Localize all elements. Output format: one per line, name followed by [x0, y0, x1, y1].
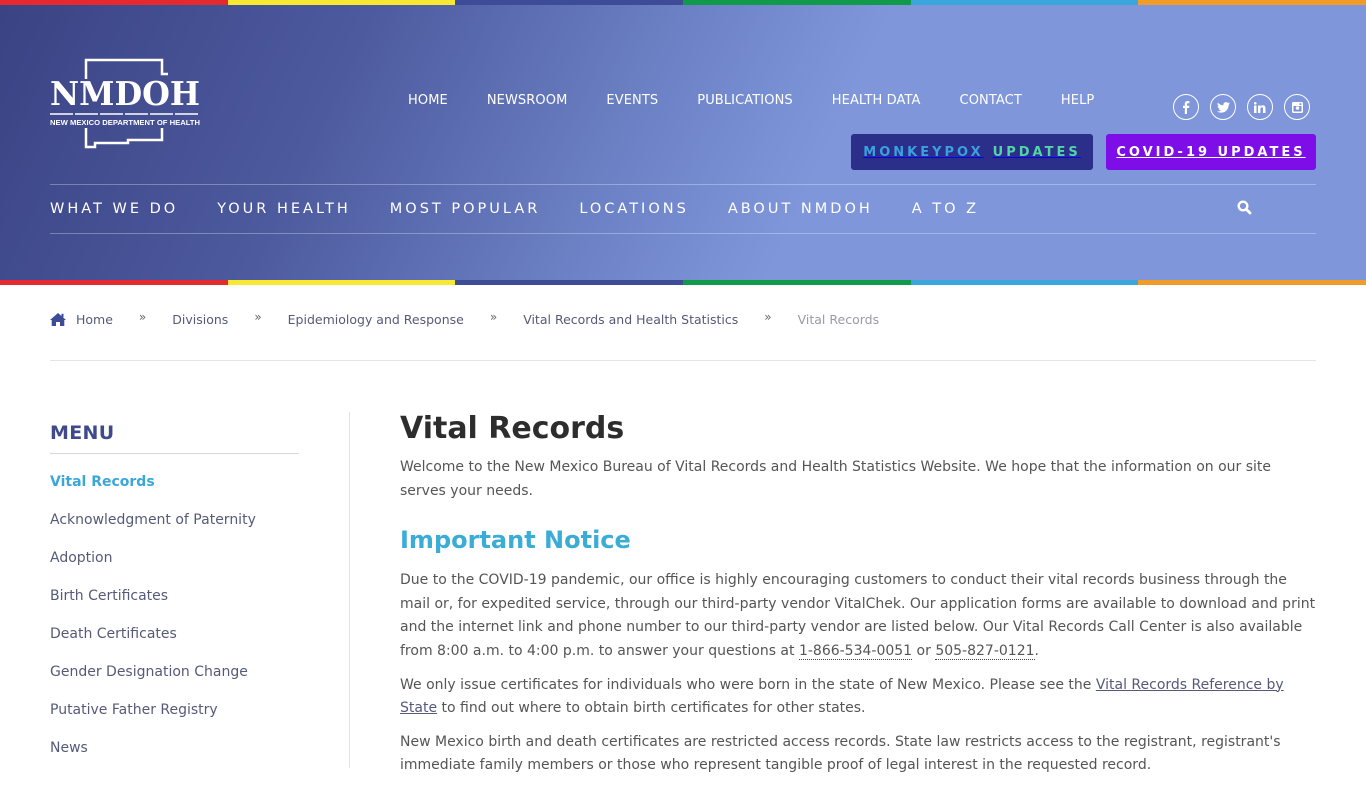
main-content: Vital Records Welcome to the New Mexico … [400, 410, 1316, 788]
period-text: . [1034, 642, 1039, 659]
stripe-yellow [227, 280, 456, 285]
or-text: or [912, 642, 936, 659]
sidebar-menu: MENU Vital Records Acknowledgment of Pat… [50, 412, 350, 768]
stripe-green [683, 280, 911, 285]
instagram-link[interactable] [1284, 94, 1310, 120]
main-nav-a-to-z[interactable]: A TO Z [912, 201, 979, 217]
facebook-link[interactable] [1173, 94, 1199, 120]
linkedin-link[interactable] [1247, 94, 1273, 120]
sidebar-link[interactable]: Vital Records [50, 474, 155, 490]
monkeypox-updates-button[interactable]: MONKEYPOX UPDATES [851, 134, 1093, 170]
utility-nav-health-data[interactable]: HEALTH DATA [832, 93, 921, 108]
breadcrumb-separator: » [138, 310, 147, 324]
phone-link-toll-free[interactable]: 1-866-534-0051 [798, 642, 913, 660]
search-button[interactable] [1237, 200, 1255, 218]
updates-label: UPDATES [992, 144, 1081, 160]
breadcrumb-link-epidemiology[interactable]: Epidemiology and Response [288, 312, 464, 327]
stripe-navy [455, 280, 684, 285]
utility-nav-help[interactable]: HELP [1061, 93, 1094, 108]
linkedin-icon [1254, 101, 1266, 113]
utility-nav-home[interactable]: HOME [408, 93, 448, 108]
breadcrumb-item-home: Home [50, 312, 113, 327]
breadcrumb-separator: » [489, 310, 498, 324]
bottom-color-stripe [0, 280, 1366, 285]
breadcrumb-link-home[interactable]: Home [76, 312, 113, 327]
main-nav-about-nmdoh[interactable]: ABOUT NMDOH [728, 201, 873, 217]
phone-link-local[interactable]: 505-827-0121 [935, 642, 1035, 660]
covid-notice-paragraph: Due to the COVID-19 pandemic, our office… [400, 569, 1316, 663]
breadcrumb-separator: » [764, 310, 772, 324]
logo-tagline: NEW MEXICO DEPARTMENT OF HEALTH [50, 118, 200, 127]
utility-nav-newsroom[interactable]: NEWSROOM [487, 93, 568, 108]
utility-nav: HOME NEWSROOM EVENTS PUBLICATIONS HEALTH… [408, 93, 1094, 108]
sidebar-item-paternity: Acknowledgment of Paternity [50, 501, 349, 539]
sidebar-menu-title: MENU [50, 412, 299, 454]
main-nav: WHAT WE DO YOUR HEALTH MOST POPULAR LOCA… [50, 184, 1316, 234]
stripe-orange [1138, 280, 1366, 285]
restricted-access-paragraph: New Mexico birth and death certificates … [400, 733, 1281, 774]
utility-nav-contact[interactable]: CONTACT [960, 93, 1022, 108]
page-title: Vital Records [400, 411, 625, 446]
certificates-paragraph: We only issue certificates for individua… [400, 674, 1316, 721]
sidebar-item-putative-father: Putative Father Registry [50, 691, 349, 729]
sidebar-item-gender-designation: Gender Designation Change [50, 653, 349, 691]
instagram-icon [1291, 101, 1303, 113]
new-mexico-outline-icon: NMDOH NEW MEXICO DEPARTMENT OF HEALTH [50, 58, 200, 149]
sidebar-link[interactable]: Birth Certificates [50, 588, 168, 604]
sidebar-link[interactable]: Adoption [50, 550, 113, 566]
social-links [1173, 94, 1310, 120]
breadcrumb: Home » Divisions » Epidemiology and Resp… [50, 310, 1316, 361]
twitter-link[interactable] [1210, 94, 1236, 120]
intro-paragraph: Welcome to the New Mexico Bureau of Vita… [400, 459, 1272, 499]
facebook-icon [1183, 100, 1190, 114]
sidebar-item-adoption: Adoption [50, 539, 349, 577]
nmdoh-logo[interactable]: NMDOH NEW MEXICO DEPARTMENT OF HEALTH [50, 55, 202, 151]
sidebar-link[interactable]: Death Certificates [50, 626, 177, 642]
site-header: NMDOH NEW MEXICO DEPARTMENT OF HEALTH HO… [0, 5, 1366, 280]
sidebar-item-vital-records: Vital Records [50, 463, 349, 501]
monkeypox-label: MONKEYPOX [863, 144, 984, 160]
twitter-icon [1216, 101, 1230, 113]
main-nav-locations[interactable]: LOCATIONS [579, 201, 689, 217]
breadcrumb-current: Vital Records [797, 312, 880, 327]
main-nav-most-popular[interactable]: MOST POPULAR [390, 201, 541, 217]
sidebar-item-birth-certificates: Birth Certificates [50, 577, 349, 615]
utility-nav-publications[interactable]: PUBLICATIONS [697, 93, 793, 108]
stripe-blue [910, 280, 1139, 285]
sidebar-link[interactable]: Gender Designation Change [50, 664, 248, 680]
sidebar-item-death-certificates: Death Certificates [50, 615, 349, 653]
sidebar-item-news: News [50, 729, 349, 767]
utility-nav-events[interactable]: EVENTS [606, 93, 658, 108]
sidebar-menu-list: Vital Records Acknowledgment of Paternit… [50, 463, 349, 767]
certificates-text: We only issue certificates for individua… [400, 676, 1096, 693]
covid-updates-button[interactable]: COVID-19 UPDATES [1106, 134, 1316, 170]
sidebar-link[interactable]: Acknowledgment of Paternity [50, 512, 256, 528]
logo-wordmark: NMDOH [50, 74, 200, 113]
main-nav-your-health[interactable]: YOUR HEALTH [217, 201, 351, 217]
stripe-red [0, 280, 228, 285]
breadcrumb-separator: » [254, 310, 262, 324]
main-nav-what-we-do[interactable]: WHAT WE DO [50, 201, 178, 217]
important-notice-heading: Important Notice [400, 526, 631, 555]
home-icon [50, 313, 66, 326]
certificates-text-end: to find out where to obtain birth certif… [437, 700, 866, 717]
sidebar-link[interactable]: News [50, 740, 88, 756]
breadcrumb-link-vital-records-stats[interactable]: Vital Records and Health Statistics [523, 312, 738, 327]
search-icon [1237, 200, 1252, 215]
breadcrumb-link-divisions[interactable]: Divisions [172, 312, 228, 327]
sidebar-link[interactable]: Putative Father Registry [50, 702, 218, 718]
